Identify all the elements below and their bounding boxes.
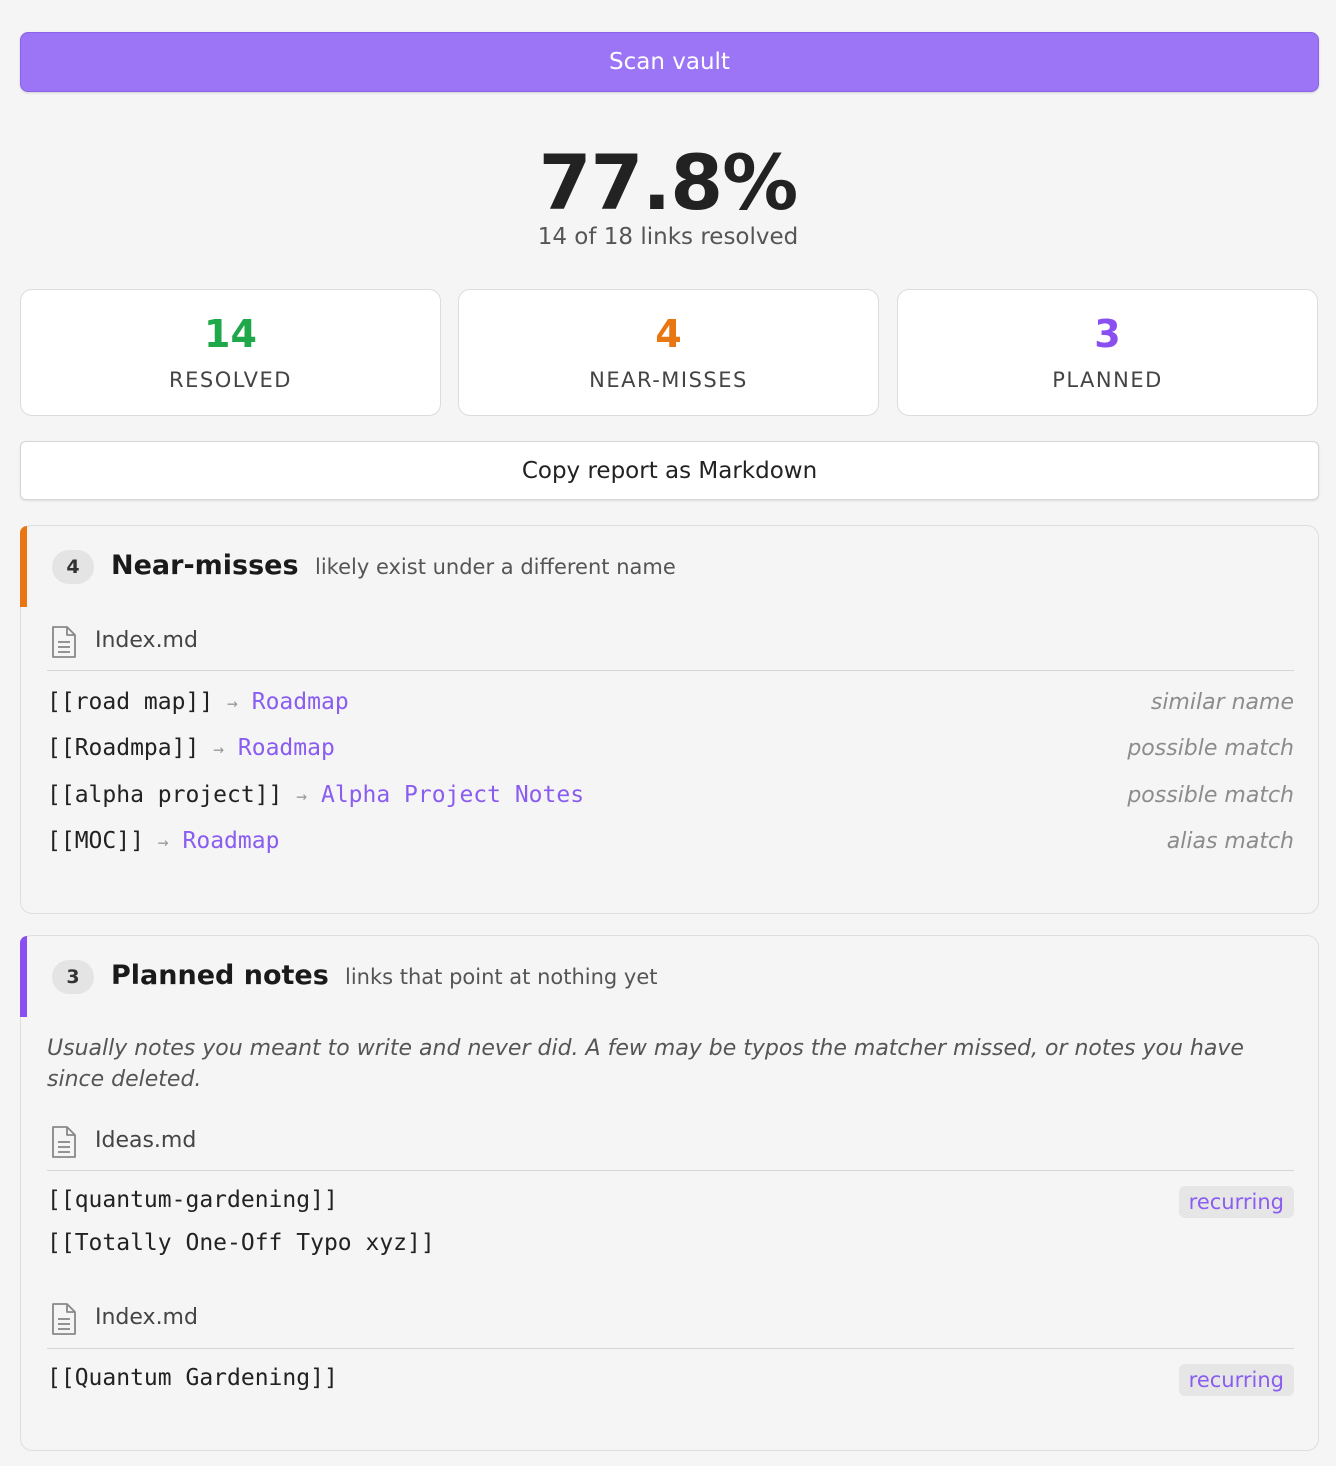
stat-value-planned: 3 xyxy=(1094,312,1121,356)
near-miss-row: [[MOC]] → Roadmap alias match xyxy=(47,825,1294,861)
suggested-target-link[interactable]: Roadmap xyxy=(183,828,280,854)
link-report-panel: Scan vault 77.8% 14 of 18 links resolved… xyxy=(0,0,1336,1466)
resolved-percentage: 77.8% xyxy=(538,138,799,227)
planned-link-row: [[quantum-gardening]] recurring xyxy=(47,1184,1294,1220)
stat-card-near-misses: 4 NEAR-MISSES xyxy=(458,289,879,416)
arrow-right-icon: → xyxy=(157,832,169,853)
near-misses-section: 4 Near-misses likely exist under a diffe… xyxy=(20,525,1319,914)
stat-label-planned: PLANNED xyxy=(1052,368,1163,392)
planned-explanation: Usually notes you meant to write and nev… xyxy=(47,1036,1244,1092)
planned-subtitle: links that point at nothing yet xyxy=(345,965,658,989)
match-reason: alias match xyxy=(1166,829,1294,854)
near-miss-link: [[Roadmpa]] → Roadmap xyxy=(47,735,335,761)
file-name: Index.md xyxy=(95,628,198,653)
copy-report-button[interactable]: Copy report as Markdown xyxy=(20,441,1319,500)
file-icon xyxy=(52,1303,76,1335)
planned-link: [[Quantum Gardening]] xyxy=(47,1365,338,1391)
planned-link-row: [[Totally One-Off Typo xyz]] xyxy=(47,1227,1294,1263)
file-name: Index.md xyxy=(95,1305,198,1330)
divider xyxy=(47,670,1294,671)
file-header[interactable]: Ideas.md xyxy=(47,1122,1294,1162)
file-icon xyxy=(52,1126,76,1158)
divider xyxy=(47,1170,1294,1171)
planned-accent xyxy=(20,936,27,1017)
stat-value-near-misses: 4 xyxy=(655,312,682,356)
suggested-target-link[interactable]: Alpha Project Notes xyxy=(321,782,584,808)
recurring-badge: recurring xyxy=(1178,1186,1294,1218)
near-misses-count-badge: 4 xyxy=(52,550,94,584)
scan-vault-button[interactable]: Scan vault xyxy=(20,32,1319,92)
stat-value-resolved: 14 xyxy=(204,312,257,356)
near-miss-link: [[road map]] → Roadmap xyxy=(47,689,349,715)
stat-card-resolved: 14 RESOLVED xyxy=(20,289,441,416)
near-miss-row: [[alpha project]] → Alpha Project Notes … xyxy=(47,779,1294,815)
file-header[interactable]: Index.md xyxy=(47,622,1294,662)
planned-link: [[quantum-gardening]] xyxy=(47,1187,338,1213)
near-misses-subtitle: likely exist under a different name xyxy=(315,555,676,579)
arrow-right-icon: → xyxy=(213,739,225,760)
suggested-target-link[interactable]: Roadmap xyxy=(238,735,335,761)
planned-link-row: [[Quantum Gardening]] recurring xyxy=(47,1362,1294,1398)
near-miss-link: [[alpha project]] → Alpha Project Notes xyxy=(47,782,585,808)
suggested-target-link[interactable]: Roadmap xyxy=(252,689,349,715)
match-reason: possible match xyxy=(1127,736,1294,761)
near-miss-row: [[road map]] → Roadmap similar name xyxy=(47,686,1294,722)
near-misses-title: Near-misses xyxy=(111,550,299,581)
stat-label-near-misses: NEAR-MISSES xyxy=(589,368,748,392)
planned-count-badge: 3 xyxy=(52,960,94,994)
file-header[interactable]: Index.md xyxy=(47,1299,1294,1339)
planned-notes-section: 3 Planned notes links that point at noth… xyxy=(20,935,1319,1451)
planned-link: [[Totally One-Off Typo xyz]] xyxy=(47,1230,435,1256)
near-miss-link: [[MOC]] → Roadmap xyxy=(47,828,280,854)
near-miss-row: [[Roadmpa]] → Roadmap possible match xyxy=(47,732,1294,768)
planned-title: Planned notes xyxy=(111,960,329,991)
recurring-badge: recurring xyxy=(1178,1364,1294,1396)
stat-label-resolved: RESOLVED xyxy=(169,368,292,392)
divider xyxy=(47,1348,1294,1349)
file-icon xyxy=(52,626,76,658)
near-misses-accent xyxy=(20,526,27,607)
match-reason: similar name xyxy=(1150,690,1294,715)
arrow-right-icon: → xyxy=(296,786,308,807)
arrow-right-icon: → xyxy=(227,693,238,714)
match-reason: possible match xyxy=(1127,783,1294,808)
stat-card-planned: 3 PLANNED xyxy=(897,289,1318,416)
resolved-summary: 14 of 18 links resolved xyxy=(537,224,799,250)
file-name: Ideas.md xyxy=(95,1128,197,1153)
